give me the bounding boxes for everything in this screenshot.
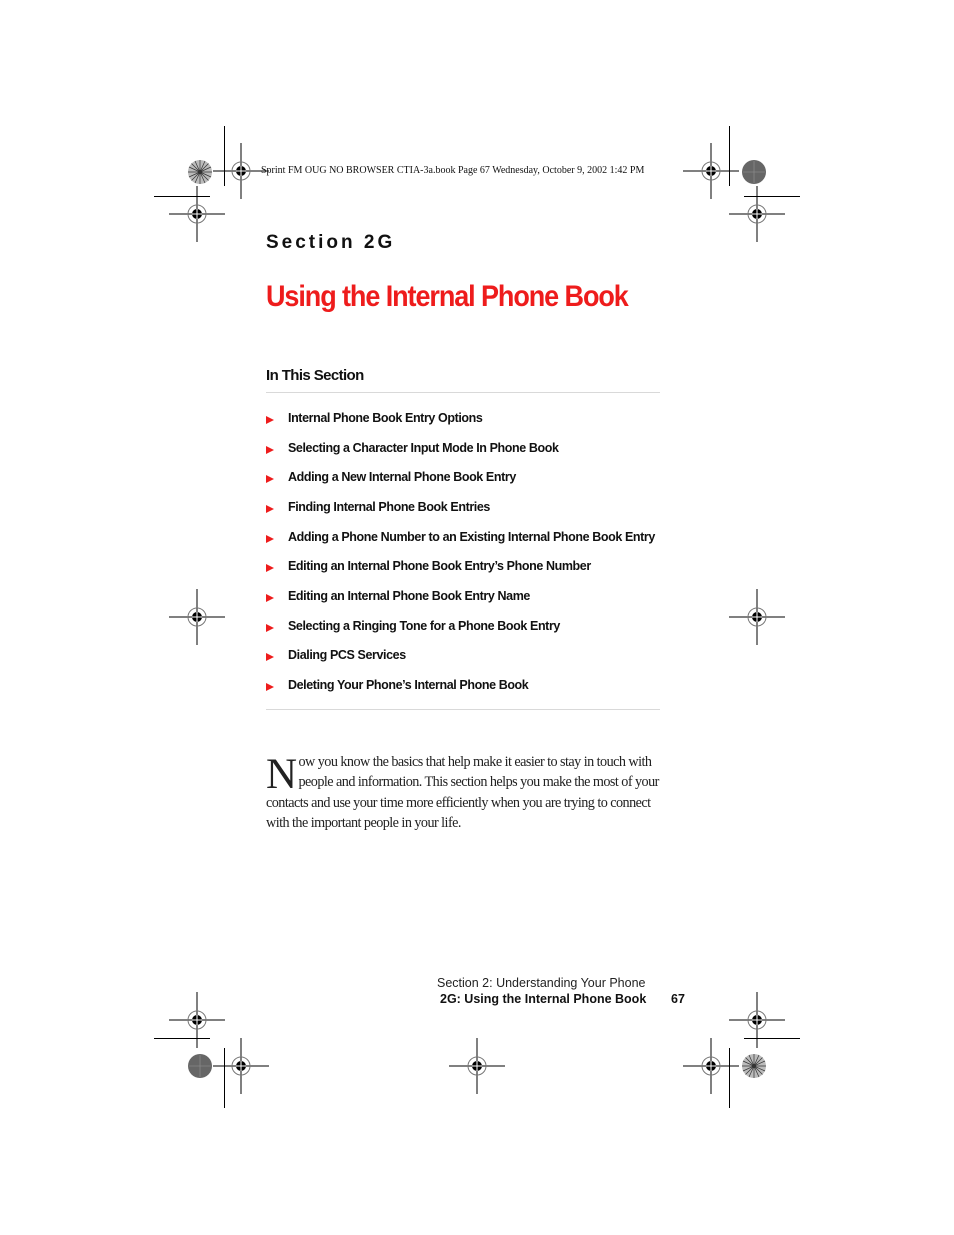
bullet-arrow-icon: [266, 445, 274, 454]
footer-section: 2G: Using the Internal Phone Book: [440, 992, 647, 1006]
list-item-label: Editing an Internal Phone Book Entry’s P…: [288, 559, 591, 574]
section-label: Section 2G: [266, 232, 396, 253]
list-item[interactable]: Deleting Your Phone’s Internal Phone Boo…: [266, 670, 666, 700]
section-contents-list: Internal Phone Book Entry Options Select…: [266, 403, 666, 700]
list-item-label: Adding a Phone Number to an Existing Int…: [288, 529, 655, 544]
list-item-label: Selecting a Character Input Mode In Phon…: [288, 440, 559, 455]
registration-star-icon: [187, 159, 213, 185]
list-item[interactable]: Dialing PCS Services: [266, 641, 666, 671]
intro-paragraph: Now you know the basics that help make i…: [266, 752, 662, 833]
list-item[interactable]: Selecting a Character Input Mode In Phon…: [266, 433, 666, 463]
registration-mark-icon: [159, 579, 235, 655]
list-item-label: Dialing PCS Services: [288, 648, 406, 663]
intro-text: ow you know the basics that help make it…: [266, 754, 659, 831]
bullet-arrow-icon: [266, 415, 274, 424]
list-item[interactable]: Editing an Internal Phone Book Entry Nam…: [266, 581, 666, 611]
bullet-arrow-icon: [266, 623, 274, 632]
gray-target-icon: [187, 1053, 213, 1079]
list-item-label: Internal Phone Book Entry Options: [288, 410, 483, 425]
registration-mark-icon: [719, 176, 795, 252]
list-item[interactable]: Adding a Phone Number to an Existing Int…: [266, 522, 666, 552]
divider: [266, 709, 660, 710]
list-item-label: Selecting a Ringing Tone for a Phone Boo…: [288, 618, 560, 633]
page-title: Using the Internal Phone Book: [266, 280, 629, 313]
list-item[interactable]: Internal Phone Book Entry Options: [266, 403, 666, 433]
list-item-label: Finding Internal Phone Book Entries: [288, 499, 490, 514]
bullet-arrow-icon: [266, 504, 274, 513]
list-item-label: Editing an Internal Phone Book Entry Nam…: [288, 588, 530, 603]
list-item[interactable]: Selecting a Ringing Tone for a Phone Boo…: [266, 611, 666, 641]
drop-cap: N: [266, 751, 297, 798]
bullet-arrow-icon: [266, 593, 274, 602]
bullet-arrow-icon: [266, 534, 274, 543]
footer-chapter: Section 2: Understanding Your Phone: [437, 976, 646, 990]
list-item[interactable]: Editing an Internal Phone Book Entry’s P…: [266, 551, 666, 581]
list-item[interactable]: Adding a New Internal Phone Book Entry: [266, 462, 666, 492]
bullet-arrow-icon: [266, 653, 274, 662]
divider: [266, 392, 660, 393]
page-number: 67: [671, 992, 685, 1006]
in-this-section-heading: In This Section: [266, 367, 364, 384]
registration-mark-icon: [673, 1028, 749, 1104]
gray-target-icon: [741, 159, 767, 185]
registration-mark-icon: [203, 1028, 279, 1104]
print-header: Sprint FM OUG NO BROWSER CTIA-3a.book Pa…: [261, 165, 645, 176]
bullet-arrow-icon: [266, 475, 274, 484]
list-item-label: Adding a New Internal Phone Book Entry: [288, 470, 516, 485]
bullet-arrow-icon: [266, 564, 274, 573]
registration-star-icon: [741, 1053, 767, 1079]
registration-mark-icon: [439, 1028, 515, 1104]
list-item[interactable]: Finding Internal Phone Book Entries: [266, 492, 666, 522]
list-item-label: Deleting Your Phone’s Internal Phone Boo…: [288, 678, 529, 693]
bullet-arrow-icon: [266, 683, 274, 692]
registration-mark-icon: [719, 579, 795, 655]
registration-mark-icon: [159, 176, 235, 252]
